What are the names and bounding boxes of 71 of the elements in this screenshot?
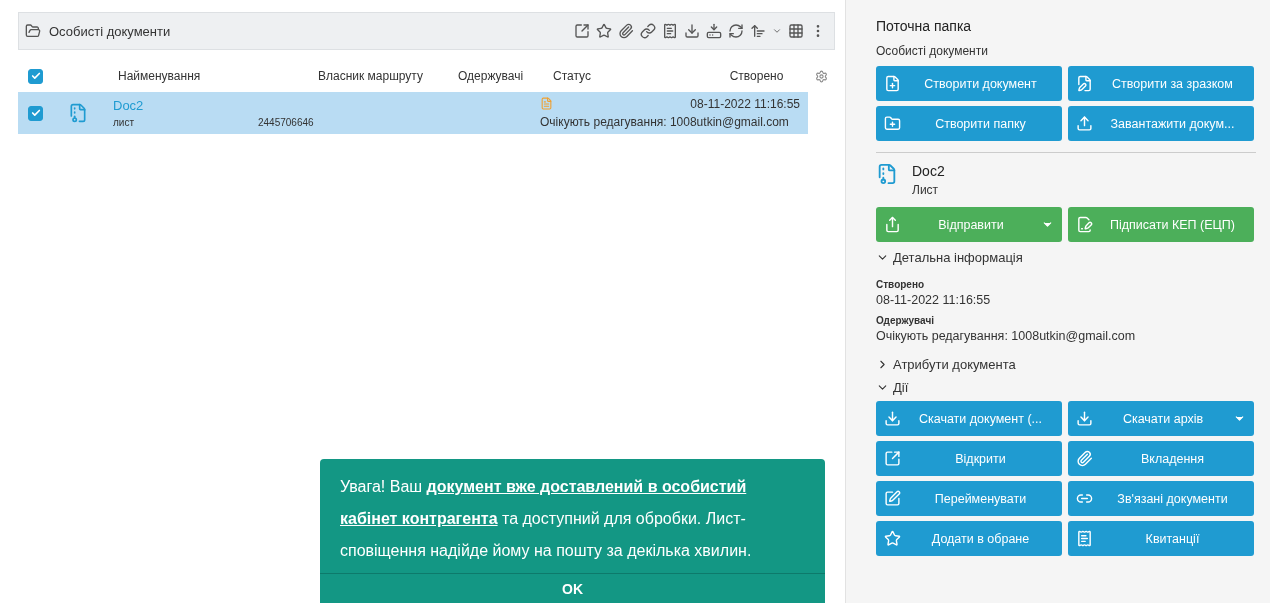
star-icon <box>884 530 901 547</box>
created-date: 08-11-2022 11:16:55 <box>690 97 800 111</box>
link-icon[interactable] <box>640 23 656 39</box>
action-button[interactable]: Підписати КЕП (ЕЦП) <box>1068 207 1254 242</box>
action-button[interactable]: Перейменувати <box>876 481 1062 516</box>
columns-icon[interactable] <box>788 23 804 39</box>
select-all-checkbox[interactable] <box>28 68 43 84</box>
upload-icon <box>1076 115 1093 132</box>
action-button[interactable]: Створити документ <box>876 66 1062 101</box>
column-header[interactable]: Статус <box>553 69 698 83</box>
action-button[interactable]: Створити за зразком <box>1068 66 1254 101</box>
notification-message: Увага! Ваш документ вже доставлений в особистий кабінет контрагента та доступний для обробки. Лист-сповіщення надійде йому на пошту за декілька хвилин. <box>339 477 753 561</box>
column-header[interactable]: Одержувачі <box>458 69 553 83</box>
sort-icon[interactable] <box>750 23 766 39</box>
checkmark-icon <box>30 71 41 81</box>
field-label: Одержувачі <box>876 315 935 326</box>
action-button[interactable]: Зв'язані документи <box>1068 481 1254 516</box>
field-value: 08-11-2022 11:16:55 <box>876 293 992 307</box>
action-button[interactable]: Додати в обране <box>876 521 1062 556</box>
action-button[interactable]: Відкрити <box>876 441 1062 476</box>
caret-icon[interactable] <box>772 26 782 36</box>
action-button[interactable]: Квитанції <box>1068 521 1254 556</box>
document-type: лист <box>113 117 135 128</box>
panel-title: Поточна папка <box>876 18 973 34</box>
section-toggle[interactable]: Дії <box>876 380 1256 395</box>
document-icon <box>68 103 88 123</box>
file-plus-icon <box>884 75 901 92</box>
section-toggle[interactable]: Атрибути документа <box>876 357 1256 372</box>
field-value: Очікують редагування: 1008utkin@gmail.com <box>876 329 1137 343</box>
open-external-icon <box>884 450 901 467</box>
share-icon <box>884 216 901 233</box>
column-header[interactable]: Власник маршруту <box>318 69 458 83</box>
owner-code: 2445706646 <box>258 116 315 128</box>
receipt-icon[interactable] <box>662 23 678 39</box>
star-icon[interactable] <box>596 23 612 39</box>
action-button[interactable]: Скачати документ (... <box>876 401 1062 436</box>
document-name[interactable]: Doc2 <box>113 98 258 113</box>
document-type: Лист <box>912 183 940 197</box>
settings-icon[interactable] <box>815 69 828 83</box>
document-icon <box>876 163 898 185</box>
status-text: Очікують редагування: 1008utkin@gmail.com <box>540 115 790 129</box>
action-button[interactable]: Створити папку <box>876 106 1062 141</box>
refresh-icon[interactable] <box>728 23 744 39</box>
section-toggle[interactable]: Детальна інформація <box>876 250 1256 265</box>
field-label: Створено <box>876 279 926 290</box>
action-button[interactable]: Вкладення <box>1068 441 1254 476</box>
checkmark-icon <box>30 108 41 118</box>
open-external-icon[interactable] <box>574 23 590 39</box>
folder-plus-icon <box>884 115 901 132</box>
document-name: Doc2 <box>912 163 945 179</box>
folder-name: Особисті документи <box>876 44 989 58</box>
column-header[interactable]: Створено <box>698 69 815 83</box>
status-icon <box>540 97 553 110</box>
tray-download-icon[interactable] <box>706 23 722 39</box>
paperclip-icon <box>1076 450 1093 467</box>
download-icon[interactable] <box>684 23 700 39</box>
document-row[interactable]: Doc2 лист 2445706646 08-11-2022 11:16:55 Очікують редагування: 1008utkin@gmail.com <box>18 92 808 134</box>
folder-title: Особисті документи <box>49 23 172 39</box>
action-button[interactable]: Відправити <box>876 207 1062 242</box>
paperclip-icon[interactable] <box>618 23 634 39</box>
file-pen-icon <box>1076 75 1093 92</box>
action-button[interactable]: Завантажити докум... <box>1068 106 1254 141</box>
folder-icon <box>25 23 41 39</box>
file-signature-icon <box>1076 216 1093 233</box>
row-checkbox[interactable] <box>28 105 43 121</box>
download-icon <box>1076 410 1093 427</box>
receipt-icon <box>1076 530 1093 547</box>
edit-icon <box>884 490 901 507</box>
download-icon <box>884 410 901 427</box>
column-header[interactable]: Найменування <box>118 69 318 83</box>
action-button[interactable]: Скачати архів <box>1068 401 1254 436</box>
